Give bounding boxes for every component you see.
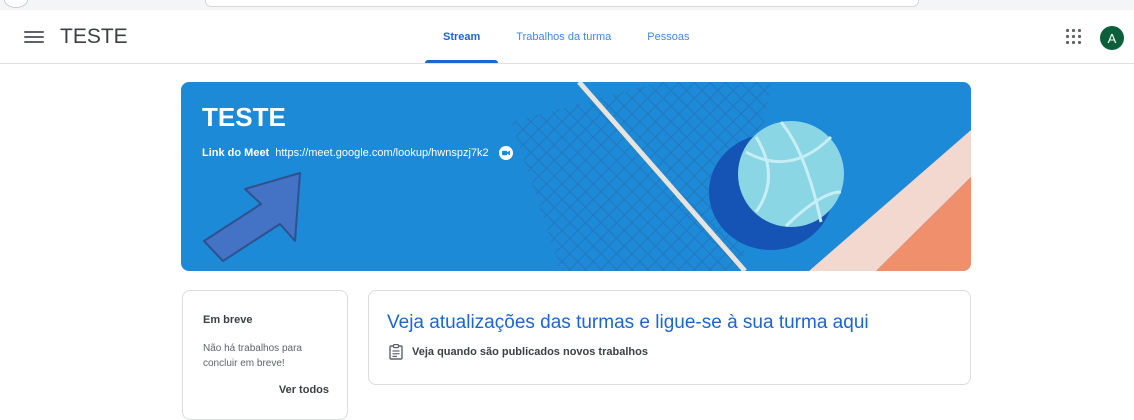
tab-bar: Stream Trabalhos da turma Pessoas bbox=[425, 10, 707, 63]
upcoming-title: Em breve bbox=[203, 314, 253, 326]
annotation-arrow bbox=[203, 172, 301, 262]
meet-link-row: Link do Meet https://meet.google.com/loo… bbox=[202, 146, 513, 160]
tab-people[interactable]: Pessoas bbox=[629, 10, 707, 63]
stream-welcome-card: Veja atualizações das turmas e ligue-se … bbox=[368, 290, 971, 385]
banner-class-title: TESTE bbox=[202, 102, 286, 132]
apps-grid-icon[interactable] bbox=[1066, 29, 1082, 45]
browser-top-strip bbox=[0, 0, 1134, 10]
meet-link[interactable]: https://meet.google.com/lookup/hwnspzj7k… bbox=[275, 147, 488, 159]
assignment-icon bbox=[389, 344, 403, 360]
upcoming-empty-text: Não há trabalhos para concluir em breve! bbox=[203, 343, 302, 369]
menu-icon[interactable] bbox=[24, 28, 44, 44]
stream-subtext: Veja quando são publicados novos trabalh… bbox=[412, 346, 648, 358]
stream-subtext-row: Veja quando são publicados novos trabalh… bbox=[389, 344, 648, 360]
avatar[interactable]: A bbox=[1100, 26, 1124, 50]
stream-heading: Veja atualizações das turmas e ligue-se … bbox=[387, 312, 869, 333]
tab-stream[interactable]: Stream bbox=[425, 10, 499, 63]
tab-classwork[interactable]: Trabalhos da turma bbox=[498, 10, 629, 63]
class-header: TESTE Stream Trabalhos da turma Pessoas … bbox=[0, 10, 1134, 64]
meet-label: Link do Meet bbox=[202, 147, 270, 159]
video-camera-icon[interactable] bbox=[498, 146, 513, 160]
upcoming-card: Em breve Não há trabalhos para concluir … bbox=[182, 290, 348, 420]
browser-address-bar[interactable] bbox=[205, 0, 919, 7]
browser-button[interactable] bbox=[4, 0, 28, 8]
class-title[interactable]: TESTE bbox=[60, 25, 128, 49]
view-all-link[interactable]: Ver todos bbox=[279, 384, 329, 396]
